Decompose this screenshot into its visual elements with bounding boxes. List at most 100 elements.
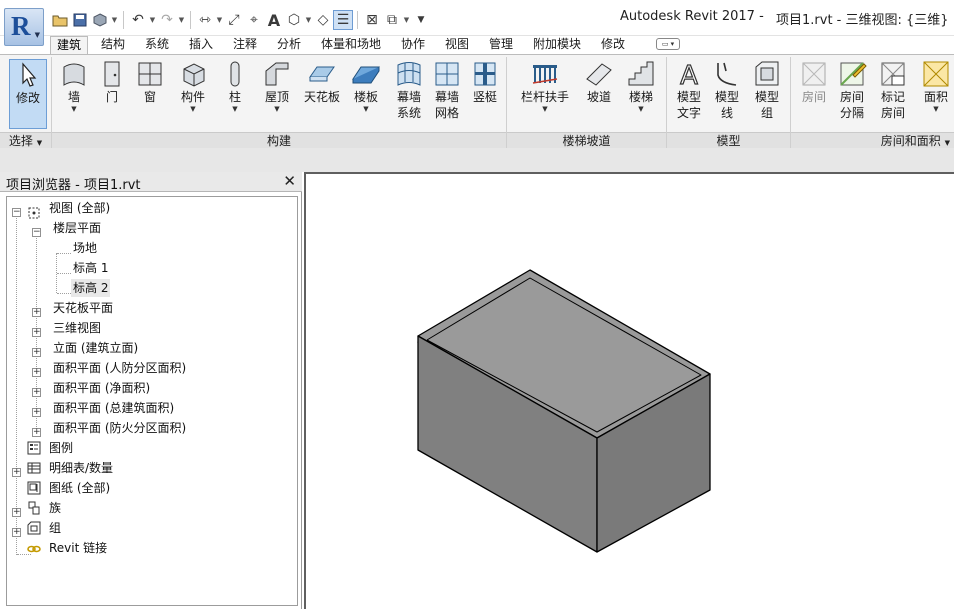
door-button[interactable]: 门: [93, 59, 131, 129]
tab-collaborate[interactable]: 协作: [395, 36, 431, 54]
tab-annotate[interactable]: 注释: [227, 36, 263, 54]
application-menu-button[interactable]: R ▼: [4, 8, 44, 46]
text-icon[interactable]: A: [264, 10, 284, 30]
chevron-down-icon: ▼: [363, 105, 369, 113]
project-browser-tree[interactable]: − 视图 (全部) − 楼层平面 场地 标高 1 标高 2 + 天花板平面 + …: [6, 196, 298, 606]
chevron-down-icon[interactable]: ▼: [215, 16, 224, 24]
tree-item-legends[interactable]: 图例: [49, 439, 73, 457]
expand-toggle[interactable]: +: [32, 308, 41, 317]
tree-item-floor-plans[interactable]: 楼层平面: [53, 219, 101, 237]
curtain-system-button[interactable]: 幕墙 系统: [390, 59, 428, 129]
tree-item-site[interactable]: 场地: [73, 239, 97, 257]
area-button[interactable]: 面积 ▼: [918, 59, 954, 129]
redo-icon[interactable]: ↷: [157, 10, 177, 30]
expand-toggle[interactable]: +: [32, 348, 41, 357]
tab-modify[interactable]: 修改: [595, 36, 631, 54]
area-icon: [923, 61, 949, 87]
section-icon[interactable]: ◇: [313, 10, 333, 30]
tab-view[interactable]: 视图: [439, 36, 475, 54]
floor-button[interactable]: 楼板 ▼: [347, 59, 385, 129]
modify-button[interactable]: 修改: [9, 59, 47, 129]
switch-windows-icon[interactable]: ⧉: [382, 10, 402, 30]
mullion-button[interactable]: 竖梃: [466, 59, 504, 129]
collapse-toggle[interactable]: −: [32, 228, 41, 237]
chevron-down-icon[interactable]: ▼: [402, 16, 411, 24]
tree-item-area-civil-defense[interactable]: 面积平面 (人防分区面积): [53, 359, 186, 377]
model-line-button[interactable]: 模型 线: [708, 59, 746, 129]
3d-view-canvas[interactable]: [304, 172, 954, 609]
expand-toggle[interactable]: +: [12, 468, 21, 477]
tree-item-area-fire[interactable]: 面积平面 (防火分区面积): [53, 419, 186, 437]
door-label: 门: [105, 90, 118, 104]
expand-toggle[interactable]: +: [12, 528, 21, 537]
tree-item-3d-views[interactable]: 三维视图: [53, 319, 101, 337]
expand-toggle[interactable]: +: [32, 428, 41, 437]
expand-toggle[interactable]: +: [32, 408, 41, 417]
customize-qat-icon[interactable]: ▼: [411, 10, 431, 30]
tree-item-revit-links[interactable]: Revit 链接: [49, 539, 107, 557]
measure-icon[interactable]: ⇿: [195, 10, 215, 30]
column-button[interactable]: 柱 ▼: [216, 59, 254, 129]
panel-select-bar[interactable]: 选择 ▼: [0, 132, 51, 149]
tab-add-ins[interactable]: 附加模块: [527, 36, 587, 54]
tab-massing-site[interactable]: 体量和场地: [316, 36, 386, 54]
window-button[interactable]: 窗: [131, 59, 169, 129]
tree-connector: [16, 213, 17, 555]
expand-toggle[interactable]: +: [32, 388, 41, 397]
ribbon-minimize-toggle[interactable]: ▭ ▾: [656, 38, 680, 50]
tag-by-category-icon[interactable]: ⌖: [244, 10, 264, 30]
tree-item-ceiling-plans[interactable]: 天花板平面: [53, 299, 113, 317]
chevron-down-icon[interactable]: ▼: [110, 16, 119, 24]
stair-button[interactable]: 楼梯 ▼: [622, 59, 660, 129]
tab-analyze[interactable]: 分析: [271, 36, 307, 54]
chevron-down-icon[interactable]: ▼: [304, 16, 313, 24]
tab-manage[interactable]: 管理: [483, 36, 519, 54]
room-separator-button[interactable]: 房间 分隔: [833, 59, 871, 129]
curtain-grid-button[interactable]: 幕墙 网格: [428, 59, 466, 129]
ceiling-button[interactable]: 天花板: [302, 59, 342, 129]
roof-button[interactable]: 屋顶 ▼: [258, 59, 296, 129]
tab-architecture[interactable]: 建筑: [50, 36, 88, 54]
undo-icon[interactable]: ↶: [128, 10, 148, 30]
tab-insert[interactable]: 插入: [183, 36, 219, 54]
chevron-down-icon[interactable]: ▼: [148, 16, 157, 24]
open-icon[interactable]: [50, 10, 70, 30]
sync-icon[interactable]: [90, 10, 110, 30]
tree-item-area-gross[interactable]: 面积平面 (总建筑面积): [53, 399, 174, 417]
model-text-button[interactable]: A 模型 文字: [670, 59, 708, 129]
expand-toggle[interactable]: +: [12, 508, 21, 517]
tree-item-level-1[interactable]: 标高 1: [73, 259, 108, 277]
panel-room-area-bar[interactable]: 房间和面积 ▼: [791, 132, 954, 149]
tree-item-area-net[interactable]: 面积平面 (净面积): [53, 379, 150, 397]
tab-systems[interactable]: 系统: [139, 36, 175, 54]
wall-button[interactable]: 墙 ▼: [55, 59, 93, 129]
collapse-toggle[interactable]: −: [12, 208, 21, 217]
thin-lines-icon[interactable]: ☰: [333, 10, 353, 30]
ramp-button[interactable]: 坡道: [580, 59, 618, 129]
tree-item-groups[interactable]: 组: [49, 519, 61, 537]
tree-item-views[interactable]: 视图 (全部): [49, 199, 110, 217]
expand-toggle[interactable]: +: [32, 368, 41, 377]
model-group-button[interactable]: 模型 组: [748, 59, 786, 129]
save-icon[interactable]: [70, 10, 90, 30]
tree-item-elevations[interactable]: 立面 (建筑立面): [53, 339, 138, 357]
aligned-dimension-icon[interactable]: ⤢: [224, 10, 244, 30]
tree-item-schedules[interactable]: 明细表/数量: [49, 459, 113, 477]
railing-button[interactable]: 栏杆扶手 ▼: [517, 59, 573, 129]
area-label: 面积: [923, 90, 948, 104]
close-icon[interactable]: ✕: [283, 172, 296, 190]
component-button[interactable]: 构件 ▼: [174, 59, 212, 129]
stair-icon: [628, 61, 654, 86]
tree-item-level-2[interactable]: 标高 2: [71, 279, 111, 297]
default-3d-view-icon[interactable]: ⬡: [284, 10, 304, 30]
tree-item-families[interactable]: 族: [49, 499, 61, 517]
chevron-down-icon[interactable]: ▼: [177, 16, 186, 24]
room-button[interactable]: 房间: [795, 59, 833, 129]
tree-item-sheets[interactable]: 图纸 (全部): [49, 479, 110, 497]
room-icon: [802, 62, 826, 86]
3d-model-view[interactable]: [306, 174, 954, 609]
tab-structure[interactable]: 结构: [95, 36, 131, 54]
close-hidden-windows-icon[interactable]: ⊠: [362, 10, 382, 30]
tag-room-button[interactable]: 标记 房间: [874, 59, 912, 129]
expand-toggle[interactable]: +: [32, 328, 41, 337]
